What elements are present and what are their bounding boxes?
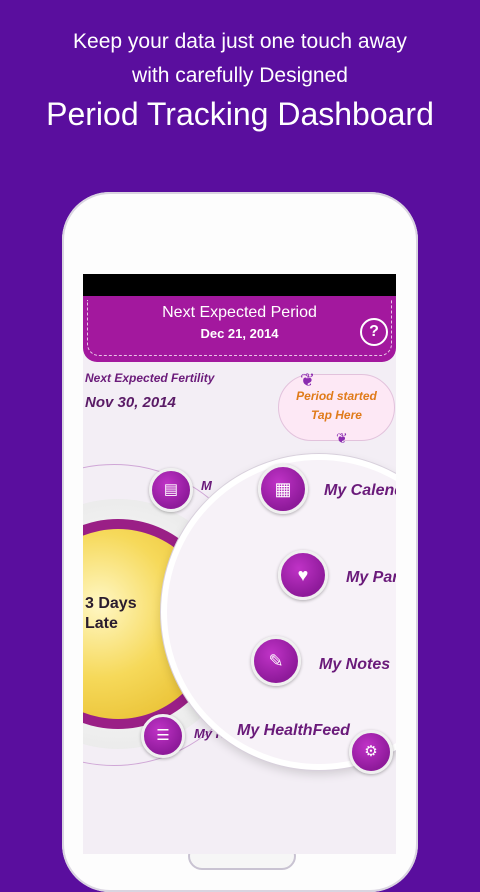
help-button[interactable]: ? — [360, 318, 388, 346]
notes-icon: ✎ — [268, 651, 284, 671]
butterfly-icon-small: ❦ — [336, 430, 348, 446]
my-healthfeed-label[interactable]: My HealthFeed — [237, 722, 350, 740]
my-calendar-label[interactable]: My Calendar — [324, 482, 396, 500]
fertility-date: Nov 30, 2014 — [85, 394, 176, 411]
calendar-icon: ▦ — [274, 479, 292, 499]
partner-icon: ♥ — [297, 565, 309, 585]
my-notes-label[interactable]: My Notes — [319, 656, 390, 674]
app-screen: Next Expected Period Dec 21, 2014 ? Next… — [83, 274, 396, 854]
my-partner-button[interactable]: ♥ — [278, 550, 328, 600]
promo-title: Period Tracking Dashboard — [46, 96, 434, 132]
settings-button[interactable]: ⚙ — [349, 730, 393, 774]
cycle-status: 3 Days Late — [85, 594, 137, 634]
gear-icon: ⚙ — [364, 743, 378, 760]
cycle-status-late: Late — [85, 615, 118, 632]
fertility-label: Next Expected Fertility — [85, 371, 215, 385]
document-icon: ▤ — [163, 481, 179, 498]
status-bar — [83, 274, 396, 296]
healthfeed-icon-small: ☰ — [156, 727, 170, 744]
promo-line-2: with carefully Designed — [132, 64, 348, 87]
cycle-status-days: 3 Days — [85, 595, 137, 612]
my-calendar-button[interactable]: ▦ — [258, 464, 308, 514]
next-period-title: Next Expected Period — [162, 304, 317, 321]
cloud-line-2: Tap Here — [311, 408, 362, 422]
my-partner-label[interactable]: My Partner — [346, 569, 396, 587]
my-notes-button[interactable]: ✎ — [251, 636, 301, 686]
healthfeed-small-button[interactable]: ☰ — [141, 714, 185, 758]
butterfly-icon: ❦ — [300, 370, 316, 390]
documents-button[interactable]: ▤ — [149, 468, 193, 512]
partial-label-left: M — [201, 478, 212, 493]
promo-line-1: Keep your data just one touch away — [73, 30, 407, 53]
next-period-date: Dec 21, 2014 — [200, 326, 279, 341]
next-period-banner[interactable]: Next Expected Period Dec 21, 2014 ? — [83, 296, 396, 362]
cloud-line-1: Period started — [296, 389, 377, 403]
